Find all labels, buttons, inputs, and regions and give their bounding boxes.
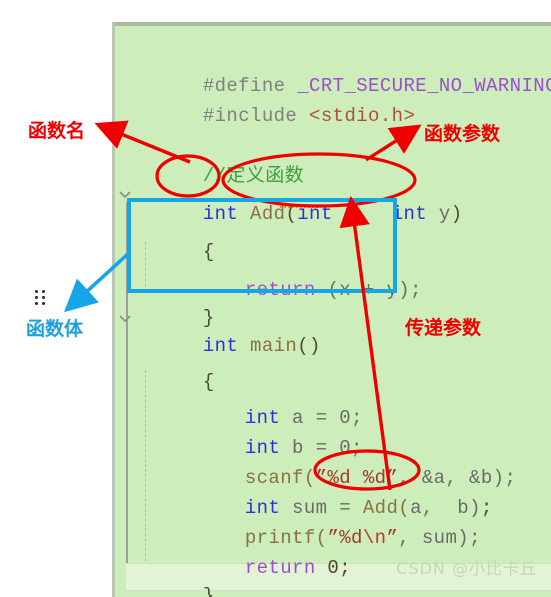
- label-function-name: 函数名: [28, 120, 86, 142]
- drag-handle-dots-icon: [35, 290, 49, 308]
- token-param-y: y: [438, 203, 451, 225]
- token-printf-escape: \n: [362, 527, 387, 549]
- token-return-expression: (x + y);: [327, 279, 422, 301]
- token-return-zero-keyword: return: [244, 557, 316, 579]
- code-line-main-close-brace: }: [132, 568, 215, 597]
- csdn-watermark: CSDN @小比卡丘: [396, 559, 537, 578]
- editor-left-rule: [112, 22, 115, 597]
- token-function-name-main: main: [250, 335, 298, 357]
- code-editor-panel[interactable]: #define _CRT_SECURE_NO_WARNINGS #include…: [112, 22, 551, 597]
- token-printf-format-close: ”: [386, 527, 399, 549]
- token-sum-semicolon: ;: [480, 497, 493, 519]
- token-paren-close: ): [450, 203, 463, 225]
- token-include-header: <stdio.h>: [309, 105, 416, 127]
- token-main-parens: (): [297, 335, 321, 357]
- scope-bar-add: [126, 202, 128, 300]
- token-return-keyword: return: [244, 279, 316, 301]
- token-include-keyword: #include: [202, 105, 298, 127]
- label-function-params: 函数参数: [424, 123, 501, 145]
- code-line-include: #include <stdio.h>: [132, 88, 415, 145]
- token-param-y-type: int: [391, 203, 428, 225]
- error-squiggle-add: [279, 204, 319, 208]
- token-return-zero-value: 0;: [315, 557, 352, 579]
- editor-top-border: [112, 22, 551, 26]
- screenshot-root: #define _CRT_SECURE_NO_WARNINGS #include…: [0, 0, 551, 597]
- token-comment-define-function: //定义函数: [202, 165, 305, 187]
- label-pass-params: 传递参数: [405, 317, 482, 339]
- token-int-return-type: int: [202, 203, 239, 225]
- token-param-comma: ,: [356, 203, 392, 225]
- token-brace-open-add: {: [202, 241, 215, 263]
- scope-bar-main: [126, 300, 128, 578]
- token-param-x: x: [344, 203, 357, 225]
- label-function-body: 函数体: [26, 318, 84, 340]
- token-printf-args: , sum);: [398, 527, 481, 549]
- fold-chevron-main[interactable]: [118, 311, 132, 325]
- token-brace-close-main: }: [202, 585, 215, 597]
- fold-chevron-add[interactable]: [118, 187, 132, 201]
